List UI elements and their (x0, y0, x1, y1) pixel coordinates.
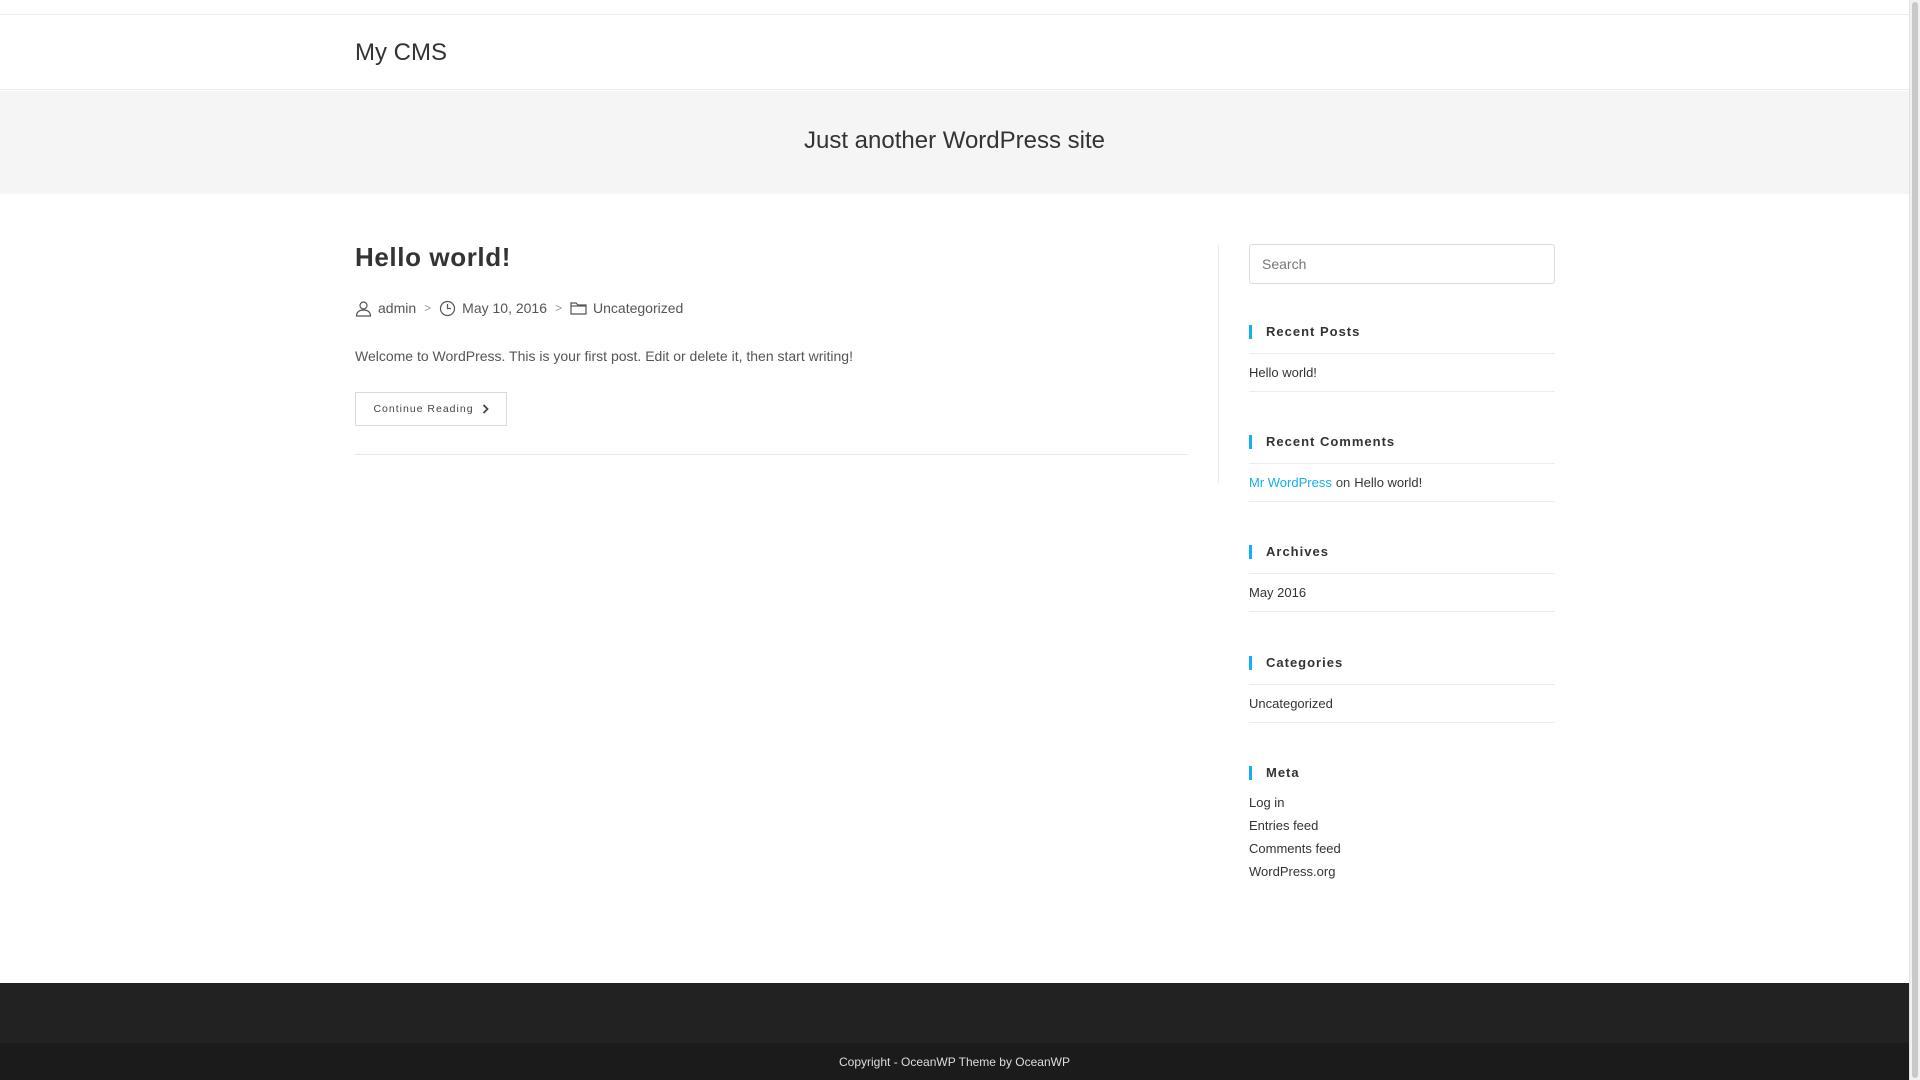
widget-meta: Meta Log in Entries feed Comments feed W… (1249, 765, 1555, 879)
recent-comments-list: Mr WordPress on Hello world! (1249, 463, 1555, 502)
post-category-link[interactable]: Uncategorized (593, 300, 683, 316)
meta-wordpress-org-link[interactable]: WordPress.org (1249, 860, 1341, 883)
archive-link[interactable]: May 2016 (1249, 585, 1306, 600)
widget-title: Recent Posts (1249, 324, 1555, 340)
page: My CMS Just another WordPress site Hello… (0, 0, 1909, 1080)
search-input[interactable] (1249, 244, 1555, 284)
meta-separator: > (555, 301, 563, 315)
site-logo-link[interactable]: My CMS (355, 39, 447, 67)
post-author: admin (355, 300, 416, 317)
meta-list: Log in Entries feed Comments feed WordPr… (1249, 791, 1341, 883)
continue-reading-button[interactable]: Continue Reading (355, 392, 507, 426)
meta-separator: > (424, 301, 432, 315)
top-bar (0, 0, 1909, 15)
footer-copyright: Copyright - OceanWP Theme by OceanWP (839, 1055, 1070, 1069)
clock-icon (439, 300, 456, 317)
main-content: Hello world! admin > May 10, 2016 > Unca… (355, 242, 1188, 455)
widget-title: Categories (1249, 655, 1555, 671)
widget-archives: Archives May 2016 (1249, 544, 1555, 612)
meta-login-link[interactable]: Log in (1249, 791, 1341, 814)
post-category: Uncategorized (570, 300, 683, 317)
comment-author-link[interactable]: Mr WordPress (1249, 475, 1332, 490)
widget-title: Meta (1249, 765, 1555, 781)
footer-widgets (0, 983, 1909, 1043)
scrollbar-thumb[interactable] (1912, 2, 1918, 1078)
list-item: May 2016 (1249, 573, 1555, 612)
post-meta: admin > May 10, 2016 > Uncategorized (355, 298, 683, 318)
footer-bottom: Copyright - OceanWP Theme by OceanWP (0, 1043, 1909, 1080)
post-date: May 10, 2016 (439, 300, 547, 317)
widget-recent-posts: Recent Posts Hello world! (1249, 324, 1555, 392)
meta-comments-feed-link[interactable]: Comments feed (1249, 837, 1341, 860)
widget-recent-comments: Recent Comments Mr WordPress on Hello wo… (1249, 434, 1555, 502)
continue-reading-label: Continue Reading (373, 403, 474, 415)
list-item: Hello world! (1249, 353, 1555, 392)
widget-title: Recent Comments (1249, 434, 1555, 450)
comment-post-link[interactable]: Hello world! (1354, 475, 1422, 490)
archives-list: May 2016 (1249, 573, 1555, 612)
widget-title: Archives (1249, 544, 1555, 560)
categories-list: Uncategorized (1249, 684, 1555, 723)
site-header: My CMS (0, 15, 1909, 90)
chevron-right-icon (482, 404, 489, 414)
vertical-scrollbar[interactable] (1909, 0, 1920, 1080)
widget-categories: Categories Uncategorized (1249, 655, 1555, 723)
sidebar-divider (1218, 244, 1219, 484)
post-divider (355, 454, 1188, 455)
post-author-link[interactable]: admin (378, 300, 416, 316)
recent-posts-list: Hello world! (1249, 353, 1555, 392)
site-tagline: Just another WordPress site (803, 127, 1106, 154)
post-date-text: May 10, 2016 (462, 300, 547, 316)
list-item: Uncategorized (1249, 684, 1555, 723)
list-item: Mr WordPress on Hello world! (1249, 463, 1555, 502)
page-header: Just another WordPress site (0, 91, 1909, 194)
meta-entries-feed-link[interactable]: Entries feed (1249, 814, 1341, 837)
category-link[interactable]: Uncategorized (1249, 696, 1333, 711)
post-entry: Hello world! admin > May 10, 2016 > Unca… (355, 242, 1188, 455)
recent-post-link[interactable]: Hello world! (1249, 365, 1317, 380)
post-excerpt: Welcome to WordPress. This is your first… (355, 348, 853, 364)
user-icon (355, 300, 372, 317)
folder-icon (570, 300, 587, 317)
comment-on-text: on (1335, 475, 1351, 490)
post-title[interactable]: Hello world! (355, 240, 1188, 274)
